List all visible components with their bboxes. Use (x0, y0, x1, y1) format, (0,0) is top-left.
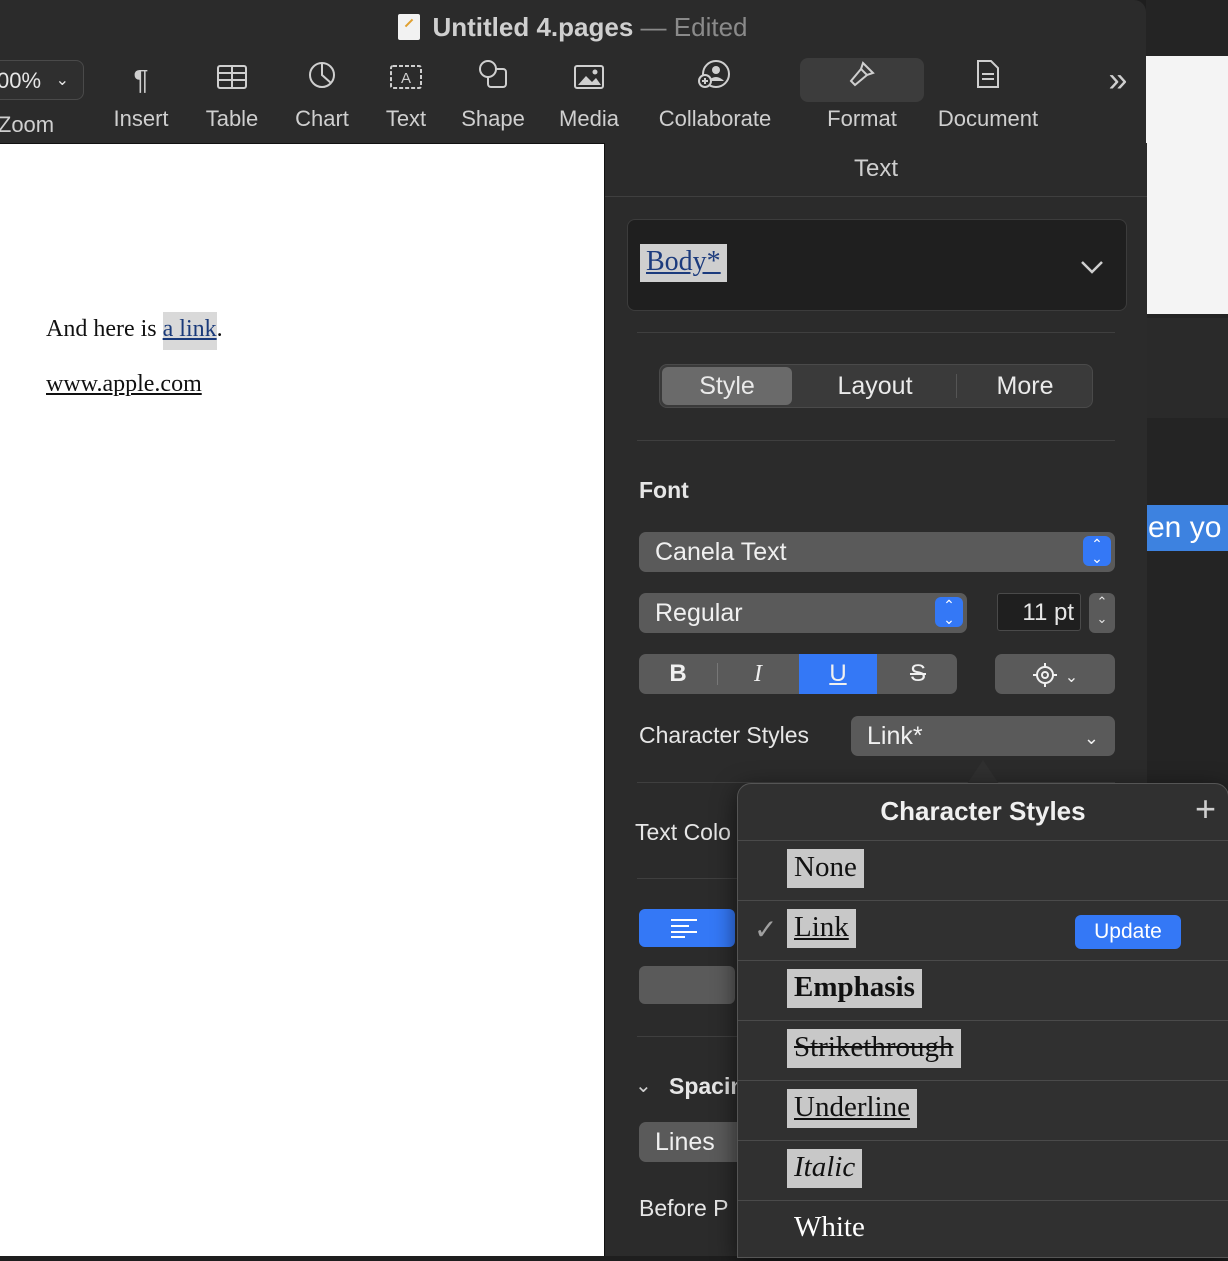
textbox-icon: A (378, 58, 434, 102)
chevron-down-icon (1080, 250, 1104, 281)
popover-arrow (967, 760, 999, 784)
doc-paragraph[interactable]: And here is a link. (46, 312, 223, 350)
checkmark-icon: ✓ (754, 914, 778, 945)
text-options-popup[interactable]: ⌄ (995, 654, 1115, 694)
character-styles-label: Character Styles (639, 722, 810, 748)
paintbrush-icon (816, 58, 908, 102)
svg-text:A: A (401, 70, 411, 87)
gear-icon (1032, 660, 1058, 688)
pages-document-icon (398, 14, 421, 40)
zoom-label: Zoom (0, 112, 55, 137)
font-weight-popup[interactable]: Regular ⌃ ⌄ (639, 593, 967, 633)
popover-title: Character Styles (880, 796, 1086, 826)
document-button[interactable]: Document (930, 58, 1046, 132)
collaborate-button[interactable]: Collaborate (652, 58, 778, 132)
style-item-strikethrough[interactable]: Strikethrough (738, 1020, 1228, 1081)
divider (956, 374, 957, 398)
chevron-down-icon[interactable]: ⌄ (635, 1073, 652, 1098)
align-left-button[interactable] (639, 909, 735, 947)
tab-more[interactable]: More (958, 365, 1092, 407)
document-canvas[interactable]: And here is a link. www.apple.com (0, 144, 604, 1256)
divider (637, 332, 1115, 333)
divider (717, 663, 718, 685)
background-window-canvas (1146, 56, 1228, 314)
zoom-popup[interactable]: 00% ⌄ (0, 60, 84, 100)
style-item-emphasis[interactable]: Emphasis (738, 960, 1228, 1021)
font-size-stepper[interactable]: ⌃ ⌄ (1089, 593, 1115, 633)
chevron-down-icon: ⌄ (55, 72, 69, 89)
paragraph-style-value: Body* (640, 244, 727, 282)
doc-link[interactable]: a link (162, 312, 217, 350)
add-style-button[interactable]: + (1195, 788, 1216, 830)
character-styles-popup[interactable]: Link* ⌄ (851, 716, 1115, 756)
shape-button[interactable]: Shape (456, 58, 530, 132)
spacing-section-label[interactable]: Spacin (669, 1073, 744, 1100)
paragraph-style-popup[interactable]: Body* (627, 219, 1127, 311)
chevron-down-icon: ⌄ (1064, 669, 1079, 686)
collaborate-icon (652, 58, 778, 102)
tab-style[interactable]: Style (662, 367, 792, 405)
line-spacing-popup[interactable]: Lines (639, 1122, 749, 1162)
align-left-icon (671, 918, 697, 943)
style-item-none[interactable]: None (738, 840, 1228, 901)
chevrons-right-icon: » (1108, 61, 1128, 99)
indent-button[interactable] (639, 966, 735, 1004)
divider (637, 440, 1115, 441)
toolbar-overflow-button[interactable]: » (1100, 58, 1136, 102)
chart-button[interactable]: Chart (288, 58, 356, 132)
tab-layout[interactable]: Layout (800, 365, 950, 407)
bold-button[interactable]: B (639, 654, 717, 694)
italic-button[interactable]: I (719, 654, 797, 694)
updown-chevron-icon: ⌃ ⌄ (1083, 536, 1111, 566)
table-button[interactable]: Table (198, 58, 266, 132)
strikethrough-button[interactable]: S (879, 654, 957, 694)
update-style-button[interactable]: Update (1075, 915, 1181, 949)
chart-icon (288, 58, 356, 102)
text-color-label: Text Colo (635, 819, 731, 845)
media-button[interactable]: Media (552, 58, 626, 132)
format-button[interactable]: Format (816, 58, 908, 132)
media-icon (552, 58, 626, 102)
inspector-tabs: Style Layout More (659, 364, 1093, 408)
pilcrow-icon: ¶ (133, 64, 149, 95)
style-item-link[interactable]: ✓ Link Update (738, 900, 1228, 961)
style-item-italic[interactable]: Italic (738, 1140, 1228, 1201)
font-section-label: Font (639, 477, 689, 503)
document-icon (930, 58, 1046, 102)
window-title: Untitled 4.pages — Edited (0, 12, 1146, 43)
shape-icon (456, 58, 530, 102)
background-window-selection: en yo (1146, 505, 1228, 551)
character-styles-popover: Character Styles + None ✓ Link Update Em… (737, 783, 1228, 1258)
background-window-panel (1146, 318, 1228, 418)
style-item-underline[interactable]: Underline (738, 1080, 1228, 1141)
before-paragraph-label: Before P (639, 1195, 729, 1221)
text-button[interactable]: A Text (378, 58, 434, 132)
divider (605, 196, 1147, 197)
doc-url[interactable]: www.apple.com (46, 371, 202, 398)
chevron-down-icon: ⌄ (1083, 728, 1099, 748)
updown-chevron-icon: ⌃ ⌄ (935, 597, 963, 627)
font-family-popup[interactable]: Canela Text ⌃ ⌄ (639, 532, 1115, 572)
text-format-buttons: B I U S (639, 654, 957, 694)
underline-button[interactable]: U (799, 654, 877, 694)
style-item-white[interactable]: White (738, 1200, 1228, 1261)
table-icon (198, 58, 266, 102)
inspector-header: Text (853, 155, 898, 182)
insert-button[interactable]: ¶ Insert (106, 58, 176, 132)
font-size-field[interactable]: 11 pt (997, 593, 1081, 631)
